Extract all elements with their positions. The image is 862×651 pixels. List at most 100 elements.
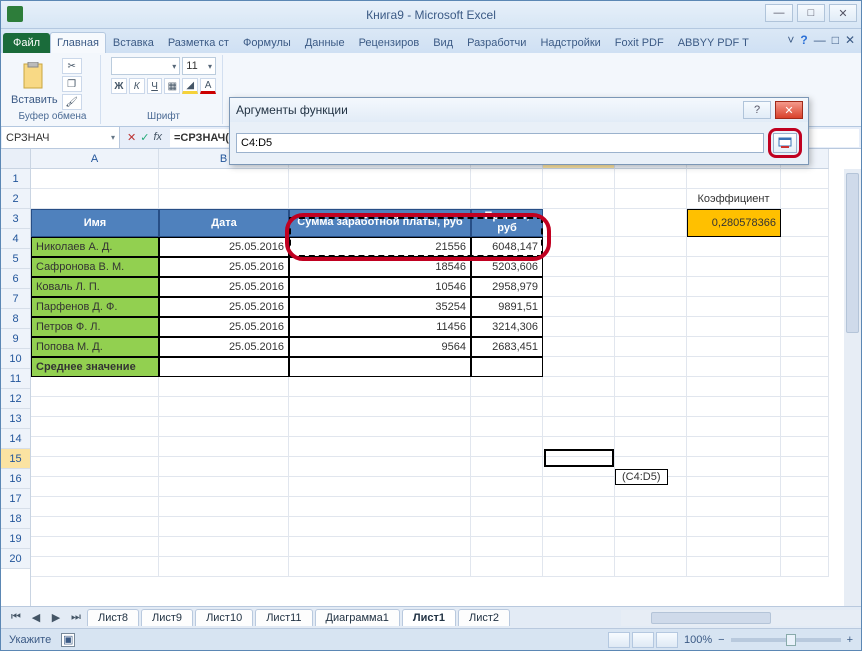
zoom-out-button[interactable]: −	[718, 634, 724, 646]
zoom-in-button[interactable]: +	[847, 634, 853, 646]
tabnav-last-icon[interactable]: ⏭	[67, 610, 85, 626]
dialog-titlebar[interactable]: Аргументы функции ? ✕	[230, 98, 808, 122]
sheet-tab[interactable]: Лист8	[87, 609, 139, 626]
cell-B8[interactable]: 25.05.2016	[159, 317, 289, 337]
fill-color-icon[interactable]: ◢	[182, 78, 198, 94]
zoom-slider[interactable]	[731, 638, 841, 642]
tab-developer[interactable]: Разработчи	[460, 32, 533, 53]
tab-home[interactable]: Главная	[50, 32, 106, 53]
rowhdr-13[interactable]: 13	[1, 409, 30, 429]
cell-A6[interactable]: Коваль Л. П.	[31, 277, 159, 297]
ribbon-minimize-icon[interactable]: ˅	[787, 33, 794, 47]
close-button[interactable]: ✕	[829, 4, 857, 22]
hdr-bonus[interactable]: Премия, руб	[471, 209, 543, 237]
cell-B4[interactable]: 25.05.2016	[159, 237, 289, 257]
cell-A10-avg[interactable]: Среднее значение	[31, 357, 159, 377]
rowhdr-12[interactable]: 12	[1, 389, 30, 409]
sheet-tab[interactable]: Лист11	[255, 609, 312, 626]
font-color-icon[interactable]: A	[200, 78, 216, 94]
rowhdr-17[interactable]: 17	[1, 489, 30, 509]
font-name-select[interactable]: ▾	[111, 57, 180, 75]
tab-formulas[interactable]: Формулы	[236, 32, 298, 53]
select-all-corner[interactable]	[1, 149, 30, 169]
rowhdr-7[interactable]: 7	[1, 289, 30, 309]
cell-A8[interactable]: Петров Ф. Л.	[31, 317, 159, 337]
cell-G3-coef[interactable]: 0,280578366	[687, 209, 781, 237]
horizontal-scrollbar[interactable]	[621, 610, 861, 626]
cell-B5[interactable]: 25.05.2016	[159, 257, 289, 277]
tab-file[interactable]: Файл	[3, 33, 50, 53]
cell-B7[interactable]: 25.05.2016	[159, 297, 289, 317]
tab-view[interactable]: Вид	[426, 32, 460, 53]
cell-C7[interactable]: 35254	[289, 297, 471, 317]
cancel-formula-icon[interactable]: ✕	[127, 131, 136, 144]
format-painter-icon[interactable]: 🖌	[62, 94, 82, 110]
copy-icon[interactable]: ❐	[62, 76, 82, 92]
view-layout-button[interactable]	[632, 632, 654, 648]
cell-B6[interactable]: 25.05.2016	[159, 277, 289, 297]
tab-layout[interactable]: Разметка ст	[161, 32, 236, 53]
fx-icon[interactable]: fх	[153, 131, 162, 144]
sheet-tab[interactable]: Лист2	[458, 609, 510, 626]
cell-C9[interactable]: 9564	[289, 337, 471, 357]
cell-C8[interactable]: 11456	[289, 317, 471, 337]
cell-C4[interactable]: 21556	[289, 237, 471, 257]
font-size-select[interactable]: 11▾	[182, 57, 216, 75]
rowhdr-1[interactable]: 1	[1, 169, 30, 189]
sheet-tab[interactable]: Диаграмма1	[315, 609, 400, 626]
tab-review[interactable]: Рецензиров	[352, 32, 427, 53]
cell-C6[interactable]: 10546	[289, 277, 471, 297]
sheet-tab[interactable]: Лист10	[195, 609, 253, 626]
rowhdr-15[interactable]: 15	[1, 449, 30, 469]
hdr-name[interactable]: Имя	[31, 209, 159, 237]
rowhdr-14[interactable]: 14	[1, 429, 30, 449]
rowhdr-2[interactable]: 2	[1, 189, 30, 209]
cell-A9[interactable]: Попова М. Д.	[31, 337, 159, 357]
rowhdr-20[interactable]: 20	[1, 549, 30, 569]
rowhdr-18[interactable]: 18	[1, 509, 30, 529]
cut-icon[interactable]: ✂	[62, 58, 82, 74]
cell-D9[interactable]: 2683,451	[471, 337, 543, 357]
dialog-help-button[interactable]: ?	[743, 101, 771, 119]
rowhdr-10[interactable]: 10	[1, 349, 30, 369]
macro-record-icon[interactable]: ▣	[61, 633, 75, 647]
border-icon[interactable]: ▦	[164, 78, 180, 94]
rowhdr-4[interactable]: 4	[1, 229, 30, 249]
cell-D8[interactable]: 3214,306	[471, 317, 543, 337]
rowhdr-16[interactable]: 16	[1, 469, 30, 489]
view-pagebreak-button[interactable]	[656, 632, 678, 648]
sheet-tab-active[interactable]: Лист1	[402, 609, 456, 626]
grid[interactable]: A B C D E F G H Коэффициент Имя Дата Сум…	[31, 149, 861, 606]
cell-D4[interactable]: 6048,147	[471, 237, 543, 257]
cell-A4[interactable]: Николаев А. Д.	[31, 237, 159, 257]
doc-close-icon[interactable]: ✕	[845, 33, 855, 47]
rowhdr-19[interactable]: 19	[1, 529, 30, 549]
cell-C5[interactable]: 18546	[289, 257, 471, 277]
collapse-dialog-button[interactable]	[773, 133, 797, 153]
name-box[interactable]: СРЗНАЧ▾	[2, 127, 120, 148]
enter-formula-icon[interactable]: ✓	[140, 131, 149, 144]
tab-insert[interactable]: Вставка	[106, 32, 161, 53]
maximize-button[interactable]: □	[797, 4, 825, 22]
tabnav-prev-icon[interactable]: ◀	[27, 610, 45, 626]
cell-A5[interactable]: Сафронова В. М.	[31, 257, 159, 277]
tab-data[interactable]: Данные	[298, 32, 352, 53]
cell-G2-coef-label[interactable]: Коэффициент	[687, 189, 781, 209]
cell-D5[interactable]: 5203,606	[471, 257, 543, 277]
tabnav-first-icon[interactable]: ⏮	[7, 610, 25, 626]
rowhdr-8[interactable]: 8	[1, 309, 30, 329]
cell-A7[interactable]: Парфенов Д. Ф.	[31, 297, 159, 317]
view-normal-button[interactable]	[608, 632, 630, 648]
tab-abbyy[interactable]: ABBYY PDF T	[671, 32, 756, 53]
dialog-close-button[interactable]: ✕	[775, 101, 803, 119]
cell-D6[interactable]: 2958,979	[471, 277, 543, 297]
rowhdr-5[interactable]: 5	[1, 249, 30, 269]
bold-icon[interactable]: Ж	[111, 78, 127, 94]
minimize-button[interactable]: —	[765, 4, 793, 22]
italic-icon[interactable]: К	[129, 78, 145, 94]
rowhdr-3[interactable]: 3	[1, 209, 30, 229]
cell-D7[interactable]: 9891,51	[471, 297, 543, 317]
hdr-salary[interactable]: Сумма заработной платы, руб	[289, 209, 471, 237]
tab-addins[interactable]: Надстройки	[533, 32, 607, 53]
help-icon[interactable]: ?	[800, 33, 807, 47]
